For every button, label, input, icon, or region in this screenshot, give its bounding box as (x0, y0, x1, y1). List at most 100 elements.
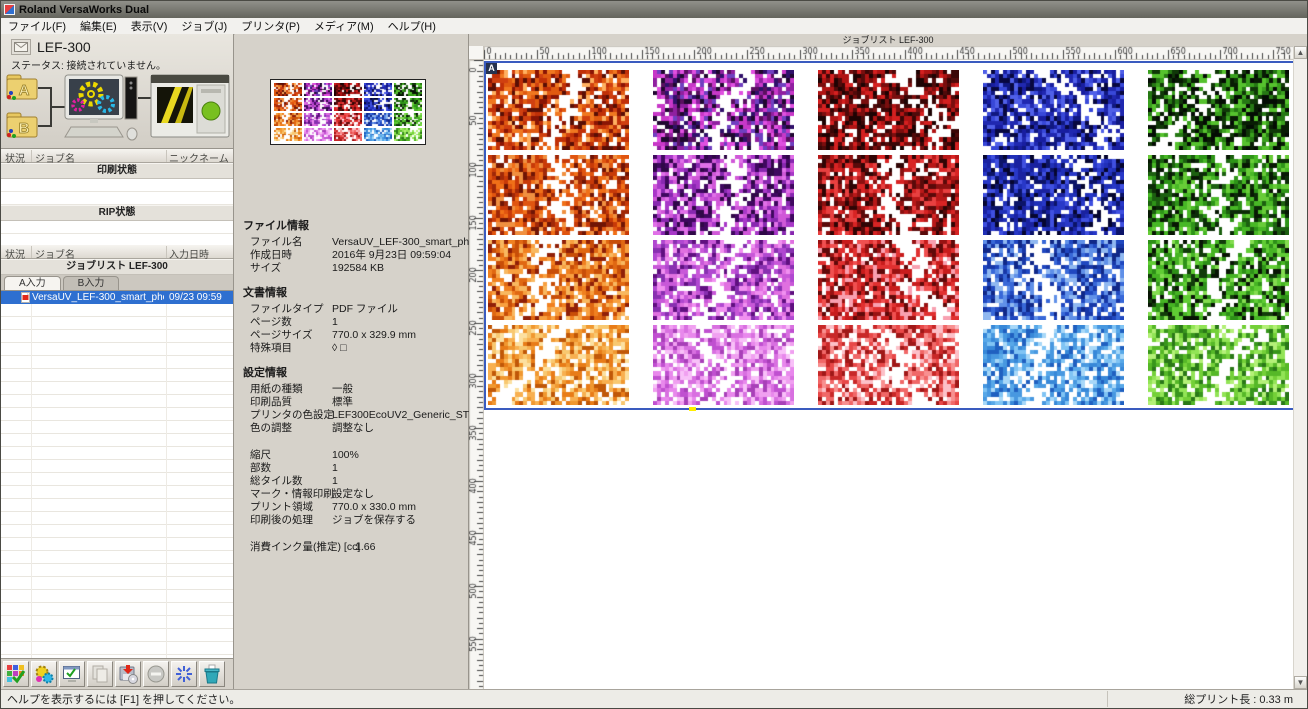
settings-info-rows-2: 縮尺100%部数1総タイル数1マーク・情報印刷設定なしプリント領域770.0 x… (243, 449, 466, 527)
col-jobname: ジョブ名 (35, 246, 75, 261)
print-object-swatch[interactable] (983, 155, 1124, 235)
print-object-swatch[interactable] (983, 325, 1124, 405)
job-list-band: ジョブリスト LEF-300 (1, 259, 233, 275)
job-info-panel: ファイル情報 ファイル名VersaUV_LEF-300_smart_phon..… (235, 34, 469, 689)
thumbnail-swatch (364, 128, 392, 141)
svg-text:A: A (19, 82, 30, 99)
print-object-swatch[interactable] (818, 240, 959, 320)
printer-machine-icon (151, 75, 229, 137)
info-row: プリント領域770.0 x 330.0 mm (243, 501, 466, 514)
info-row: サイズ192584 KB (243, 262, 466, 275)
thumbnail-swatch (274, 128, 302, 141)
print-object-swatch[interactable] (653, 70, 794, 150)
ruler-corner (469, 46, 484, 60)
menubar: ファイル(F)編集(E)表示(V)ジョブ(J)プリンタ(P)メディア(M)ヘルプ… (1, 18, 1307, 35)
window-title: Roland VersaWorks Dual (19, 4, 149, 16)
thumbnail-swatch (334, 113, 362, 126)
print-object-swatch[interactable] (488, 155, 629, 235)
scroll-up-button[interactable]: ▲ (1294, 46, 1307, 59)
info-row: 部数1 (243, 462, 466, 475)
col-input-date: 入力日時 (169, 246, 209, 261)
tab-b-input[interactable]: B入力 (63, 276, 120, 290)
menu-item[interactable]: 表示(V) (124, 17, 175, 35)
col-jobname: ジョブ名 (35, 150, 75, 165)
tab-a-input[interactable]: A入力 (4, 276, 61, 290)
menu-item[interactable]: ヘルプ(H) (381, 17, 443, 35)
print-object-swatch[interactable] (818, 155, 959, 235)
print-object-swatch[interactable] (1148, 70, 1289, 150)
print-object-swatch[interactable] (653, 325, 794, 405)
ink-label: 消費インク量(推定) [cc] (250, 541, 360, 554)
print-status-rows (1, 179, 233, 205)
printer-status-text: ステータス: 接続されていません。 (11, 57, 233, 72)
print-queue-button[interactable] (3, 661, 29, 687)
print-object-swatch[interactable] (1148, 240, 1289, 320)
app-window: Roland VersaWorks Dual ファイル(F)編集(E)表示(V)… (0, 0, 1308, 709)
titlebar[interactable]: Roland VersaWorks Dual (1, 1, 1307, 18)
menu-item[interactable]: ファイル(F) (1, 17, 73, 35)
rip-computer-icon (65, 75, 137, 140)
process-settings-button[interactable] (31, 661, 57, 687)
job-list-table: 状況 ジョブ名 入力日時 ジョブリスト LEF-300 A入力 B入力 Vers… (1, 245, 233, 658)
statusbar: ヘルプを表示するには [F1] を押してください。 総プリント長 : 0.33 … (1, 689, 1307, 708)
verify-button[interactable] (59, 661, 85, 687)
print-rip-status-table: 状況 ジョブ名 ニックネーム 印刷状態 RIP状態 (1, 149, 233, 245)
rip-status-band: RIP状態 (1, 205, 233, 221)
info-row: ページサイズ770.0 x 329.9 mm (243, 329, 466, 342)
save-button[interactable] (115, 661, 141, 687)
print-object-swatch[interactable] (1148, 325, 1289, 405)
job-toolbar (1, 658, 233, 689)
preview-vscrollbar[interactable]: ▲ ▼ (1293, 46, 1307, 689)
info-row: プリンタの色設定LEF300EcoUV2_Generic_ST_v... (243, 409, 466, 422)
busy-button[interactable] (171, 661, 197, 687)
print-object-swatch[interactable] (983, 240, 1124, 320)
input-folder-a-icon: A (7, 75, 37, 100)
doc-info-rows: ファイルタイプPDF ファイルページ数1ページサイズ770.0 x 329.9 … (243, 303, 466, 355)
print-object-swatch[interactable] (983, 70, 1124, 150)
job-input-date: 09/23 09:59 (169, 291, 222, 304)
thumbnail-swatch (304, 128, 332, 141)
delete-button[interactable] (199, 661, 225, 687)
thumbnail-swatch (274, 83, 302, 96)
print-object-swatch[interactable] (488, 325, 629, 405)
file-info-rows: ファイル名VersaUV_LEF-300_smart_phon...作成日時20… (243, 236, 466, 275)
thumbnail-swatch (334, 128, 362, 141)
app-icon (4, 4, 15, 15)
menu-item[interactable]: 編集(E) (73, 17, 124, 35)
vertical-ruler (469, 60, 484, 691)
menu-item[interactable]: ジョブ(J) (174, 17, 234, 35)
print-object-swatch[interactable] (1148, 155, 1289, 235)
info-row: 作成日時2016年 9月23日 09:59:04 (243, 249, 466, 262)
print-object-swatch[interactable] (818, 325, 959, 405)
copy-button[interactable] (87, 661, 113, 687)
ink-consumption-row: 消費インク量(推定) [cc] 1.66 (243, 541, 466, 554)
input-tabs: A入力 B入力 (1, 275, 233, 291)
remove-button[interactable] (143, 661, 169, 687)
rip-status-rows (1, 221, 233, 247)
info-row: 特殊項目◊ □ (243, 342, 466, 355)
job-thumbnail (270, 79, 426, 145)
print-object-swatch[interactable] (653, 240, 794, 320)
ink-value: 1.66 (355, 541, 375, 554)
info-row: ページ数1 (243, 316, 466, 329)
pdf-file-icon (21, 292, 30, 303)
statusbar-help-text: ヘルプを表示するには [F1] を押してください。 (1, 691, 1107, 707)
print-object-swatch[interactable] (818, 70, 959, 150)
menu-item[interactable]: メディア(M) (307, 17, 381, 35)
printer-name: LEF-300 (37, 39, 91, 55)
printer-workflow-graphic: A B (5, 71, 231, 150)
print-object-swatch[interactable] (488, 70, 629, 150)
scroll-down-button[interactable]: ▼ (1294, 676, 1307, 689)
thumbnail-swatch (364, 113, 392, 126)
file-info-heading: ファイル情報 (243, 217, 466, 233)
doc-info-heading: 文書情報 (243, 284, 466, 300)
print-object-swatch[interactable] (488, 240, 629, 320)
settings-info-heading: 設定情報 (243, 364, 466, 380)
job-name: VersaUV_LEF-300_smart_phone.p... (32, 291, 164, 304)
menu-item[interactable]: プリンタ(P) (234, 17, 307, 35)
swatch-grid (488, 70, 1289, 405)
job-row-selected[interactable]: VersaUV_LEF-300_smart_phone.p... 09/23 0… (1, 291, 233, 304)
print-object-swatch[interactable] (653, 155, 794, 235)
preview-canvas[interactable]: A (484, 60, 1293, 689)
thumbnail-swatch (304, 113, 332, 126)
